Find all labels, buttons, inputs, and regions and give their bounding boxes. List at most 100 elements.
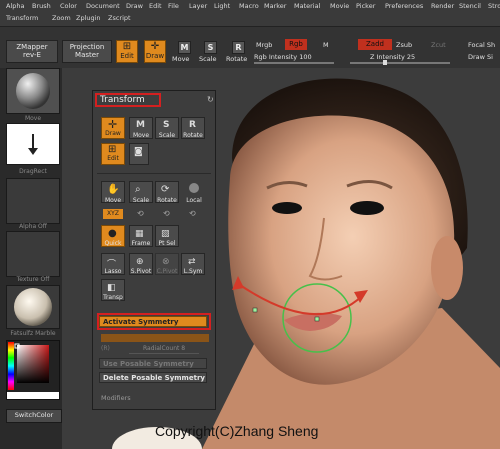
scale-icon: S (163, 120, 170, 130)
color-picker[interactable] (6, 340, 60, 400)
transp-icon: ◧ (107, 283, 116, 293)
zmapper-button[interactable]: ZMapper rev-E (6, 40, 58, 63)
rotate-icon: R (189, 120, 196, 130)
radial-toggle[interactable]: (R) (101, 345, 110, 352)
projection-master-button[interactable]: Projection Master (62, 40, 112, 63)
draw-icon: ✛ (150, 41, 160, 52)
radial-count-slider[interactable]: RadialCount 8 (143, 345, 185, 352)
menu-draw[interactable]: Draw (126, 2, 143, 10)
zmapper-label: ZMapper (16, 43, 48, 51)
z-intensity-slider[interactable]: Z Intensity 25 (370, 53, 415, 61)
color-picker-gradient (7, 342, 59, 399)
focal-shift-slider[interactable]: Focal Sh (468, 41, 495, 49)
transform-palette: Transform ↻ ✛ Draw M Move S Scale R Rota… (92, 90, 216, 410)
arrow-down-icon (28, 134, 38, 155)
rotate-icon[interactable]: R (232, 41, 245, 54)
switch-color-button[interactable]: SwitchColor (6, 409, 62, 423)
menu-stencil[interactable]: Stencil (459, 2, 481, 10)
material-thumbnail[interactable] (6, 285, 60, 329)
zadd-button[interactable]: Zadd (358, 39, 392, 50)
palette-title[interactable]: Transform (95, 93, 161, 107)
menu-macro[interactable]: Macro (239, 2, 259, 10)
zcut-button[interactable]: Zcut (431, 41, 446, 49)
quick-icon: ● (108, 228, 117, 239)
menu-transform[interactable]: Transform (6, 14, 38, 22)
local-icon[interactable] (189, 183, 199, 193)
alpha-thumbnail[interactable] (6, 178, 60, 224)
menu-render[interactable]: Render (431, 2, 454, 10)
menu-edit[interactable]: Edit (149, 2, 162, 10)
menu-bar: Alpha Brush Color Document Draw Edit Fil… (0, 0, 500, 27)
menu-zplugin[interactable]: Zplugin (76, 14, 101, 22)
menu-movie[interactable]: Movie (330, 2, 349, 10)
rgb-intensity-slider[interactable]: Rgb Intensity 100 (254, 53, 312, 61)
zmapper-rev-label: rev-E (23, 51, 41, 59)
draw-mode-button[interactable]: ✛ Draw (144, 40, 166, 63)
edit-mode-button[interactable]: ⊞ Edit (116, 40, 138, 63)
edit-label: Edit (120, 52, 134, 60)
texture-label: Texture Off (16, 276, 50, 283)
m-button[interactable]: M (323, 41, 329, 49)
menu-marker[interactable]: Marker (264, 2, 286, 10)
edit-icon: ⊞ (108, 144, 117, 155)
lasso-label: Lasso (104, 268, 122, 275)
activate-symmetry-button[interactable]: Activate Symmetry (99, 316, 207, 327)
material-sphere-icon (14, 288, 52, 326)
symmetry-axis-bar[interactable] (101, 334, 209, 342)
copyright-watermark: Copyright(C)Zhang Sheng (155, 423, 319, 439)
mrgb-button[interactable]: Mrgb (256, 41, 272, 49)
rotate-label: Rotate (226, 55, 248, 63)
menu-alpha[interactable]: Alpha (6, 2, 24, 10)
scale-icon[interactable]: S (204, 41, 217, 54)
menu-light[interactable]: Light (214, 2, 230, 10)
z-intensity-handle[interactable] (383, 60, 387, 65)
toolbar: ZMapper rev-E Projection Master ⊞ Edit ✛… (0, 27, 500, 69)
edit-tool-label: Edit (107, 155, 119, 162)
scale-label: Scale (199, 55, 217, 63)
z-intensity-track (350, 62, 450, 64)
symmetry-y-icon[interactable]: ⟲ (137, 209, 144, 218)
refresh-icon[interactable]: ↻ (207, 95, 214, 104)
menu-document[interactable]: Document (86, 2, 120, 10)
spivot-icon: ⊕ (136, 257, 144, 267)
snapshot-button[interactable]: ◙ (129, 143, 149, 165)
quick-label: Quick (104, 240, 122, 247)
menu-zoom[interactable]: Zoom (52, 14, 71, 22)
menu-color[interactable]: Color (60, 2, 77, 10)
camera-icon: ◙ (134, 147, 143, 157)
master-label: Master (75, 51, 99, 59)
menu-picker[interactable]: Picker (356, 2, 375, 10)
rotate-tool-label: Rotate (183, 132, 203, 139)
material-label: Fatsulfz Marble (10, 330, 56, 337)
ptsel-label: Pt Sel (158, 240, 176, 247)
use-posable-symmetry-button[interactable]: Use Posable Symmetry (99, 358, 207, 369)
texture-thumbnail[interactable] (6, 231, 60, 277)
menu-zscript[interactable]: Zscript (108, 14, 131, 22)
symmetry-r-icon[interactable]: ⟲ (189, 209, 196, 218)
move-icon[interactable]: M (178, 41, 191, 54)
ptsel-icon: ▧ (161, 229, 170, 239)
symmetry-z-icon[interactable]: ⟲ (163, 209, 170, 218)
xyz-toggle[interactable]: XYZ (103, 209, 123, 219)
lsym-icon: ⇄ (188, 257, 196, 267)
menu-stroke[interactable]: Stroke (488, 2, 500, 10)
brush-sphere-icon (16, 73, 50, 109)
zsub-button[interactable]: Zsub (396, 41, 412, 49)
modifiers-subpalette[interactable]: Modifiers (101, 394, 131, 402)
rgb-button[interactable]: Rgb (285, 39, 307, 50)
menu-brush[interactable]: Brush (32, 2, 51, 10)
brush-label: Move (24, 115, 42, 122)
brush-thumbnail[interactable] (6, 68, 60, 114)
move-icon: M (136, 120, 145, 130)
hand-icon: ✋ (107, 184, 120, 195)
menu-preferences[interactable]: Preferences (385, 2, 423, 10)
draw-size-slider[interactable]: Draw Si (468, 53, 493, 61)
menu-file[interactable]: File (168, 2, 179, 10)
lsym-label: L.Sym (183, 268, 203, 275)
menu-layer[interactable]: Layer (189, 2, 207, 10)
draw-tool-label: Draw (105, 130, 121, 137)
stroke-thumbnail[interactable] (6, 123, 60, 165)
menu-material[interactable]: Material (294, 2, 320, 10)
rotate-gizmo-label: Rotate (157, 197, 177, 204)
delete-posable-symmetry-button[interactable]: Delete Posable Symmetry (99, 372, 207, 383)
